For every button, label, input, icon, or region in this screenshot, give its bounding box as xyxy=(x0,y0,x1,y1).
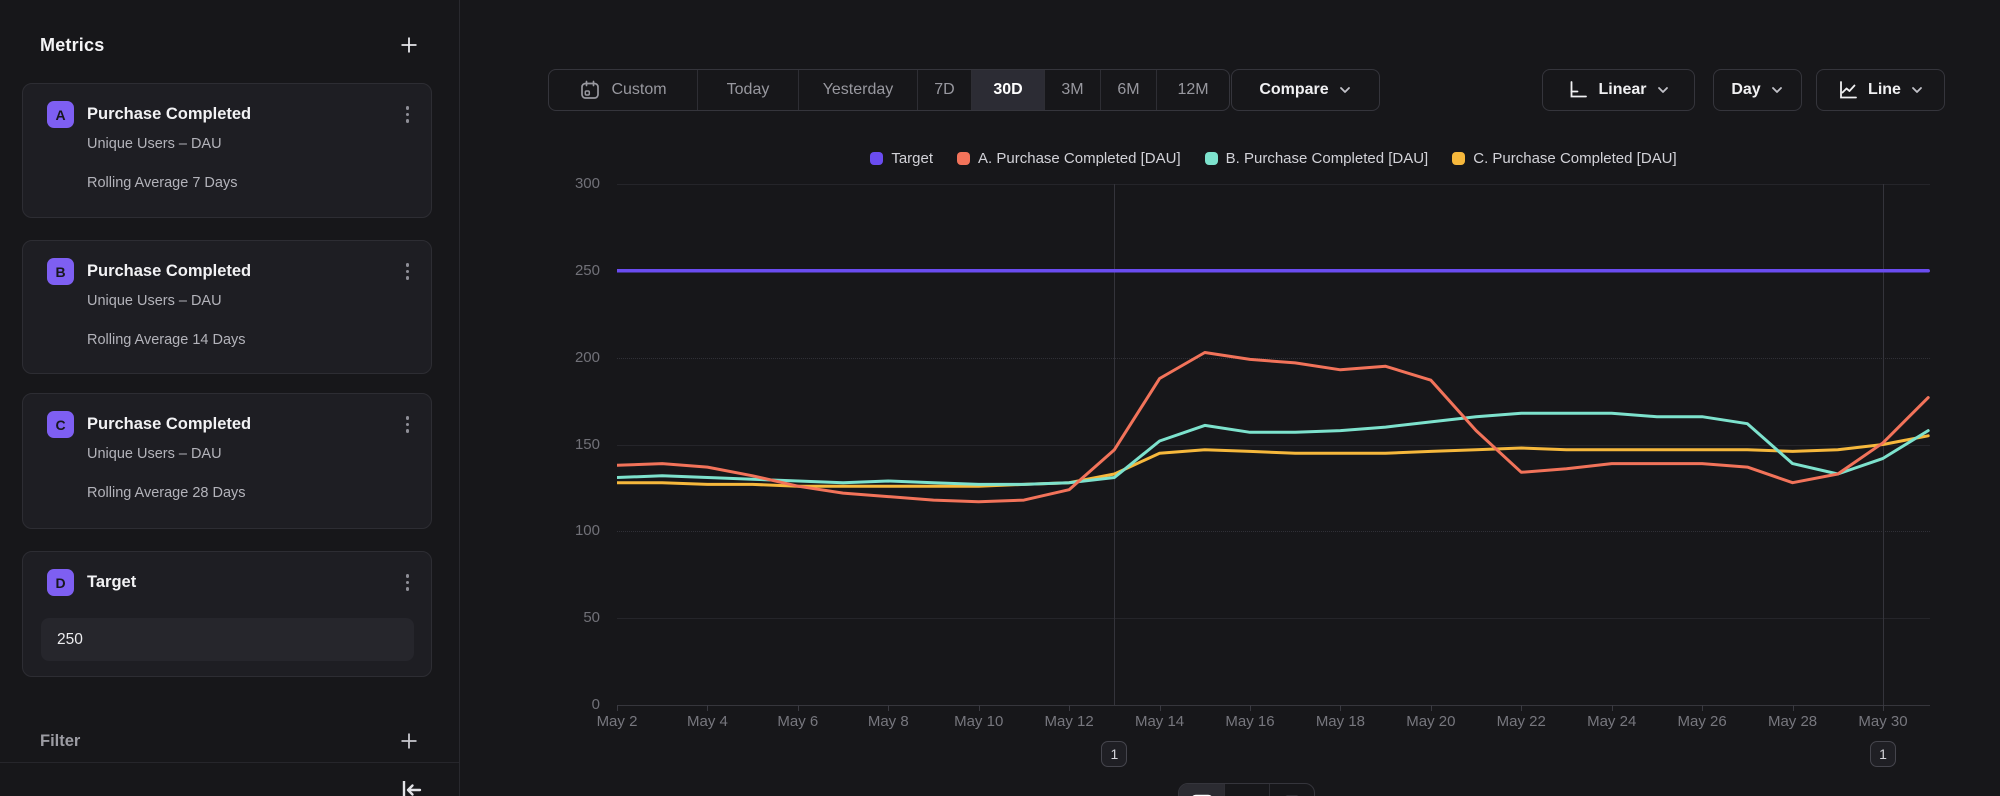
metric-measure: Unique Users – DAU xyxy=(87,293,411,309)
metric-measure: Unique Users – DAU xyxy=(87,136,411,152)
x-axis-label: May 12 xyxy=(1024,713,1114,730)
metrics-section-title: Metrics xyxy=(40,35,104,56)
y-axis-label: 150 xyxy=(530,436,600,453)
x-axis-label: May 26 xyxy=(1657,713,1747,730)
y-axis-label: 250 xyxy=(530,262,600,279)
app-root: Metrics A Purchase Completed Unique User… xyxy=(0,0,2000,796)
collapse-sidebar-button[interactable] xyxy=(397,776,425,796)
metric-card-header: A Purchase Completed xyxy=(47,101,415,128)
x-axis-label: May 28 xyxy=(1748,713,1838,730)
kebab-menu-icon[interactable] xyxy=(400,259,416,284)
add-filter-button[interactable] xyxy=(399,731,419,751)
metric-card-a[interactable]: A Purchase Completed Unique Users – DAU … xyxy=(22,83,432,218)
x-axis-label: May 10 xyxy=(934,713,1024,730)
collapse-left-icon xyxy=(399,778,423,796)
y-axis-label: 100 xyxy=(530,522,600,539)
metric-transform: Rolling Average 14 Days xyxy=(87,332,411,348)
metric-card-header: D Target xyxy=(47,569,415,596)
metric-badge-d: D xyxy=(47,569,74,596)
y-axis-label: 50 xyxy=(530,609,600,626)
metric-card-c[interactable]: C Purchase Completed Unique Users – DAU … xyxy=(22,393,432,529)
x-axis-label: May 6 xyxy=(753,713,843,730)
filter-section-title: Filter xyxy=(40,732,80,751)
metric-title: Target xyxy=(87,573,400,592)
y-axis-label: 200 xyxy=(530,349,600,366)
x-axis-label: May 24 xyxy=(1567,713,1657,730)
add-metric-button[interactable] xyxy=(399,35,419,55)
sidebar-header: Metrics xyxy=(40,32,419,58)
x-axis-label: May 4 xyxy=(662,713,752,730)
annotation-badge[interactable]: 1 xyxy=(1870,741,1896,767)
x-axis-label: May 30 xyxy=(1838,713,1928,730)
chart-series-plot xyxy=(617,184,1930,711)
x-axis-label: May 14 xyxy=(1115,713,1205,730)
kebab-menu-icon[interactable] xyxy=(400,102,416,127)
metric-card-header: B Purchase Completed xyxy=(47,258,415,285)
annotation-badge[interactable]: 1 xyxy=(1101,741,1127,767)
plus-icon xyxy=(399,35,419,55)
metric-transform: Rolling Average 7 Days xyxy=(87,175,411,191)
layout-compact-button[interactable] xyxy=(1269,784,1314,796)
target-card-d[interactable]: D Target xyxy=(22,551,432,677)
kebab-menu-icon[interactable] xyxy=(400,412,416,437)
layout-wide-button[interactable] xyxy=(1224,784,1269,796)
metric-card-header: C Purchase Completed xyxy=(47,411,415,438)
series-line-a-purchase-completed-dau- xyxy=(617,353,1928,502)
metric-card-b[interactable]: B Purchase Completed Unique Users – DAU … xyxy=(22,240,432,374)
metric-title: Purchase Completed xyxy=(87,105,400,124)
metrics-sidebar: Metrics A Purchase Completed Unique User… xyxy=(0,0,460,796)
metric-measure: Unique Users – DAU xyxy=(87,446,411,462)
x-axis-label: May 22 xyxy=(1476,713,1566,730)
metric-badge-c: C xyxy=(47,411,74,438)
filter-section: Filter xyxy=(40,728,419,754)
metric-badge-b: B xyxy=(47,258,74,285)
metric-transform: Rolling Average 28 Days xyxy=(87,485,411,501)
kebab-menu-icon[interactable] xyxy=(400,570,416,595)
target-value-input[interactable] xyxy=(41,618,414,661)
series-line-c-purchase-completed-dau- xyxy=(617,436,1928,486)
metric-title: Purchase Completed xyxy=(87,415,400,434)
y-axis-label: 0 xyxy=(530,696,600,713)
layout-single-button[interactable] xyxy=(1179,784,1224,796)
y-axis-label: 300 xyxy=(530,175,600,192)
plus-icon xyxy=(399,731,419,751)
chart-layout-control xyxy=(1178,783,1315,796)
x-axis-label: May 16 xyxy=(1205,713,1295,730)
x-axis-label: May 20 xyxy=(1386,713,1476,730)
sidebar-footer-divider xyxy=(0,762,459,763)
x-axis-label: May 8 xyxy=(843,713,933,730)
x-axis-label: May 18 xyxy=(1295,713,1385,730)
metric-title: Purchase Completed xyxy=(87,262,400,281)
line-chart: 300250200150100500May 2May 4May 6May 8Ma… xyxy=(460,0,2000,796)
x-axis-label: May 2 xyxy=(572,713,662,730)
metric-badge-a: A xyxy=(47,101,74,128)
